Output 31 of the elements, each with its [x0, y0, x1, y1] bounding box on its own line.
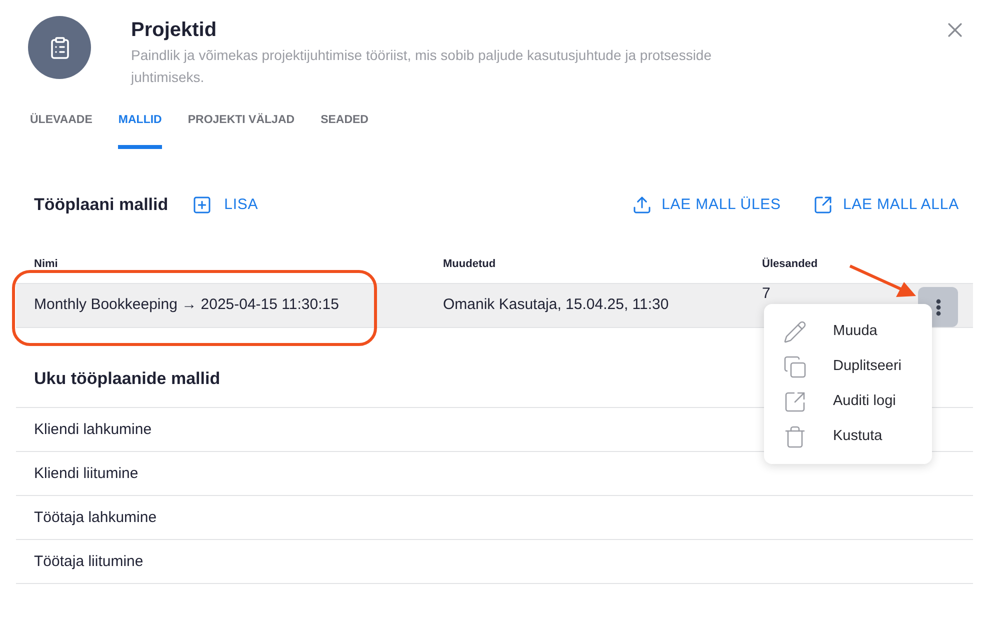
- trash-icon: [783, 424, 807, 448]
- column-header: Ülesanded: [762, 256, 819, 272]
- external-link-icon: [812, 195, 833, 215]
- tab[interactable]: MALLID: [118, 112, 162, 150]
- arrow: [848, 264, 918, 300]
- pencil-icon: [783, 320, 807, 344]
- table-cell-text: 7: [762, 284, 770, 304]
- external-link-icon: [783, 390, 807, 414]
- tab[interactable]: PROJEKTI VÄLJAD: [188, 112, 295, 150]
- download-button[interactable]: LAE MALL ALLA: [812, 194, 959, 216]
- list-item[interactable]: Töötaja lahkumine: [16, 506, 157, 529]
- plus-icon: [192, 195, 212, 215]
- upload-icon: [632, 195, 652, 215]
- tab[interactable]: SEADED: [320, 112, 368, 150]
- table-cell-text: Monthly Bookkeeping → 2025-04-15 11:30:15: [33, 295, 340, 315]
- menu-item[interactable]: Kustuta: [764, 419, 932, 454]
- more-icon: [936, 298, 940, 316]
- column-header: Nimi: [33, 256, 59, 272]
- section-title: Tööplaani mallid: [34, 194, 168, 216]
- table-cell-text: Omanik Kasutaja, 15.04.25, 11:30: [443, 295, 670, 315]
- page-title: Projektid: [131, 18, 218, 42]
- list-item[interactable]: Kliendi liitumine: [16, 462, 138, 485]
- menu-item[interactable]: Duplitseeri: [764, 349, 932, 384]
- tab[interactable]: ÜLEVAADE: [30, 112, 92, 150]
- list-item[interactable]: Kliendi lahkumine: [16, 418, 152, 441]
- list-item[interactable]: Töötaja liitumine: [16, 550, 144, 573]
- add-button[interactable]: LISA: [192, 194, 258, 216]
- upload-button[interactable]: LAE MALL ÜLES: [632, 194, 781, 216]
- column-header: Muudetud: [443, 256, 497, 272]
- copy-icon: [783, 354, 807, 378]
- page-description: Paindlik ja võimekas projektijuhtimise tööriist, mis sobib paljude kasutusjuhtude ja protsesside juhtimiseks.: [131, 46, 713, 87]
